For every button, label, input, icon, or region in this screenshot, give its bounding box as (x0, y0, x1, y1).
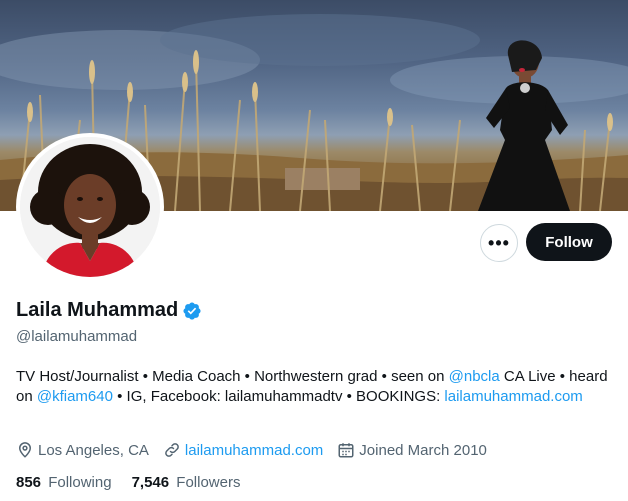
joined-item: Joined March 2010 (337, 441, 487, 459)
mention-link-nbcla[interactable]: @nbcla (449, 368, 500, 385)
bio-text: • IG, Facebook: lailamuhammadtv • BOOKIN… (112, 388, 445, 405)
following-count: 856 (16, 474, 42, 491)
more-icon: ••• (488, 232, 510, 253)
website-item[interactable]: lailamuhammad.com (163, 441, 323, 459)
bio: TV Host/Journalist • Media Coach • North… (16, 367, 616, 407)
followers-link[interactable]: 7,546 Followers (132, 474, 241, 491)
link-icon (165, 443, 179, 457)
website-link[interactable]: lailamuhammad.com (185, 442, 323, 459)
location-item: Los Angeles, CA (16, 441, 149, 459)
verified-badge-icon[interactable] (182, 301, 202, 321)
joined-text: Joined March 2010 (359, 441, 487, 459)
following-label: Following (48, 474, 112, 491)
bio-website-link[interactable]: lailamuhammad.com (444, 388, 582, 405)
user-handle: @lailamuhammad (16, 328, 138, 345)
follow-counts: 856 Following 7,546 Followers (16, 474, 260, 491)
followers-count: 7,546 (131, 474, 170, 491)
location-icon (18, 442, 32, 458)
avatar-image (20, 137, 160, 277)
name-row: Laila Muhammad (16, 299, 202, 322)
location-text: Los Angeles, CA (38, 441, 149, 459)
profile-meta: Los Angeles, CA lailamuhammad.com Joined… (16, 441, 501, 459)
bio-text: TV Host/Journalist • Media Coach • North… (16, 368, 449, 385)
followers-label: Followers (176, 474, 241, 491)
calendar-icon (338, 443, 354, 458)
more-options-button[interactable]: ••• (480, 224, 518, 262)
mention-link-kfiam640[interactable]: @kfiam640 (37, 388, 113, 405)
follow-button[interactable]: Follow (526, 223, 612, 261)
following-link[interactable]: 856 Following (16, 474, 112, 491)
display-name: Laila Muhammad (16, 299, 179, 321)
avatar[interactable] (16, 133, 164, 281)
